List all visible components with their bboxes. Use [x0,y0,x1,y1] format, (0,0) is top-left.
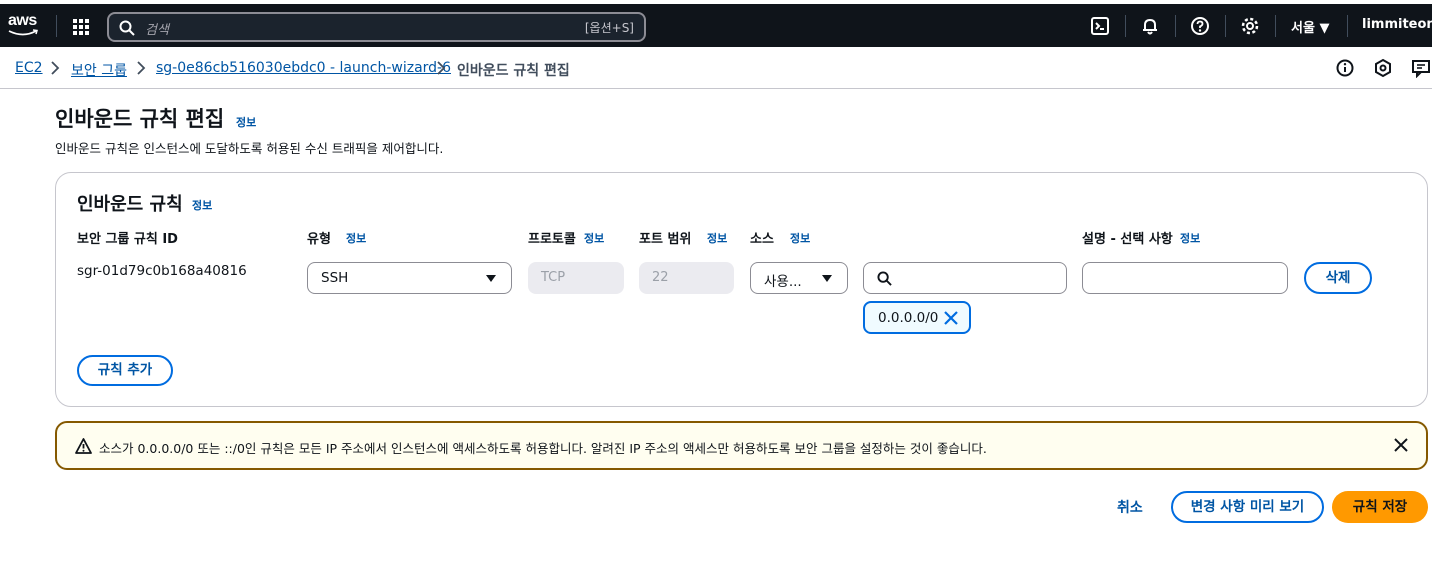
delete-rule-button[interactable]: 삭제 [1304,262,1372,294]
warning-alert: 소스가 0.0.0.0/0 또는 ::/0인 규칙은 모든 IP 주소에서 인스… [55,421,1428,470]
source-token: 0.0.0.0/0 [863,301,971,334]
warning-icon [75,438,92,454]
feedback-icon[interactable] [1411,58,1431,78]
nav-divider [56,15,57,37]
help-icon[interactable] [1190,16,1210,36]
search-shortcut: [옵션+S] [584,21,634,35]
panel-title: 인바운드 규칙 [77,194,183,215]
breadcrumb: EC2 보안 그룹 sg-0e86cb516030ebdc0 - launch-… [0,47,1432,89]
source-type-select[interactable]: 사용... [750,262,848,294]
cancel-button[interactable]: 취소 [1117,497,1143,517]
page-title-info-link[interactable]: 정보 [236,114,256,130]
chevron-right-icon [437,61,446,75]
port-range-value: 22 [652,270,669,285]
breadcrumb-security-group[interactable]: sg-0e86cb516030ebdc0 - launch-wizard-6 [156,60,451,76]
caret-down-icon [486,275,496,282]
chevron-right-icon [137,61,146,75]
remove-token-icon[interactable] [944,311,958,325]
port-range-info-link[interactable]: 정보 [707,230,727,246]
column-header-port-range: 포트 범위 [639,232,692,247]
search-icon [877,271,892,286]
add-rule-button[interactable]: 규칙 추가 [77,355,173,386]
source-search-input[interactable] [863,262,1067,294]
gear-icon[interactable] [1240,16,1260,36]
chevron-right-icon [51,61,60,75]
close-icon[interactable] [1393,437,1409,453]
column-header-source: 소스 [750,232,774,247]
inbound-rules-panel: 인바운드 규칙 정보 보안 그룹 규칙 ID 유형 정보 프로토콜 정보 포트 … [55,172,1428,407]
bell-icon[interactable] [1140,16,1160,36]
panel-title-info-link[interactable]: 정보 [192,197,212,213]
description-info-link[interactable]: 정보 [1180,230,1200,246]
alert-message: 소스가 0.0.0.0/0 또는 ::/0인 규칙은 모든 IP 주소에서 인스… [99,441,987,456]
notifications-icon[interactable] [1373,58,1393,78]
page-description: 인바운드 규칙은 인스턴스에 도달하도록 허용된 수신 트래픽을 제어합니다. [55,141,444,156]
breadcrumb-security-groups[interactable]: 보안 그룹 [71,60,127,80]
aws-logo[interactable]: aws [8,12,42,40]
top-navigation: aws 검색 [옵션+S] 서울 ▼ limmiteon [0,4,1432,47]
type-select[interactable]: SSH [307,262,512,294]
nav-divider [1275,15,1276,37]
port-range-field: 22 [639,262,734,294]
search-icon [119,20,135,36]
breadcrumb-current: 인바운드 규칙 편집 [457,63,570,79]
type-info-link[interactable]: 정보 [346,230,366,246]
column-header-type: 유형 [307,232,331,247]
breadcrumb-ec2[interactable]: EC2 [15,60,43,76]
description-input[interactable] [1082,262,1288,294]
search-input[interactable]: 검색 [옵션+S] [107,12,646,42]
type-select-value: SSH [321,270,349,286]
aws-logo-text: aws [8,12,37,29]
column-header-protocol: 프로토콜 [528,232,576,247]
rule-id: sgr-01d79c0b168a40816 [77,263,247,279]
nav-divider [1125,15,1126,37]
aws-smile-icon [8,29,38,36]
source-type-value: 사용... [764,274,802,290]
source-token-value: 0.0.0.0/0 [878,310,939,326]
preview-changes-button[interactable]: 변경 사항 미리 보기 [1171,491,1324,523]
nav-divider [1225,15,1226,37]
apps-grid-icon[interactable] [72,18,90,36]
page-title: 인바운드 규칙 편집 [55,107,225,131]
protocol-info-link[interactable]: 정보 [584,230,604,246]
caret-down-icon [822,275,832,282]
nav-divider [1347,15,1348,37]
search-placeholder: 검색 [145,23,169,38]
account-menu[interactable]: limmiteon ▼ [1362,17,1432,32]
region-selector[interactable]: 서울 ▼ [1291,17,1329,36]
column-header-rule-id: 보안 그룹 규칙 ID [77,232,178,247]
nav-divider [1175,15,1176,37]
protocol-field: TCP [528,262,624,294]
cloudshell-icon[interactable] [1090,16,1110,36]
source-info-link[interactable]: 정보 [790,230,810,246]
protocol-value: TCP [541,270,566,285]
column-header-description: 설명 - 선택 사항 [1082,232,1173,247]
save-rules-button[interactable]: 규칙 저장 [1332,491,1428,523]
info-icon[interactable] [1335,58,1355,78]
